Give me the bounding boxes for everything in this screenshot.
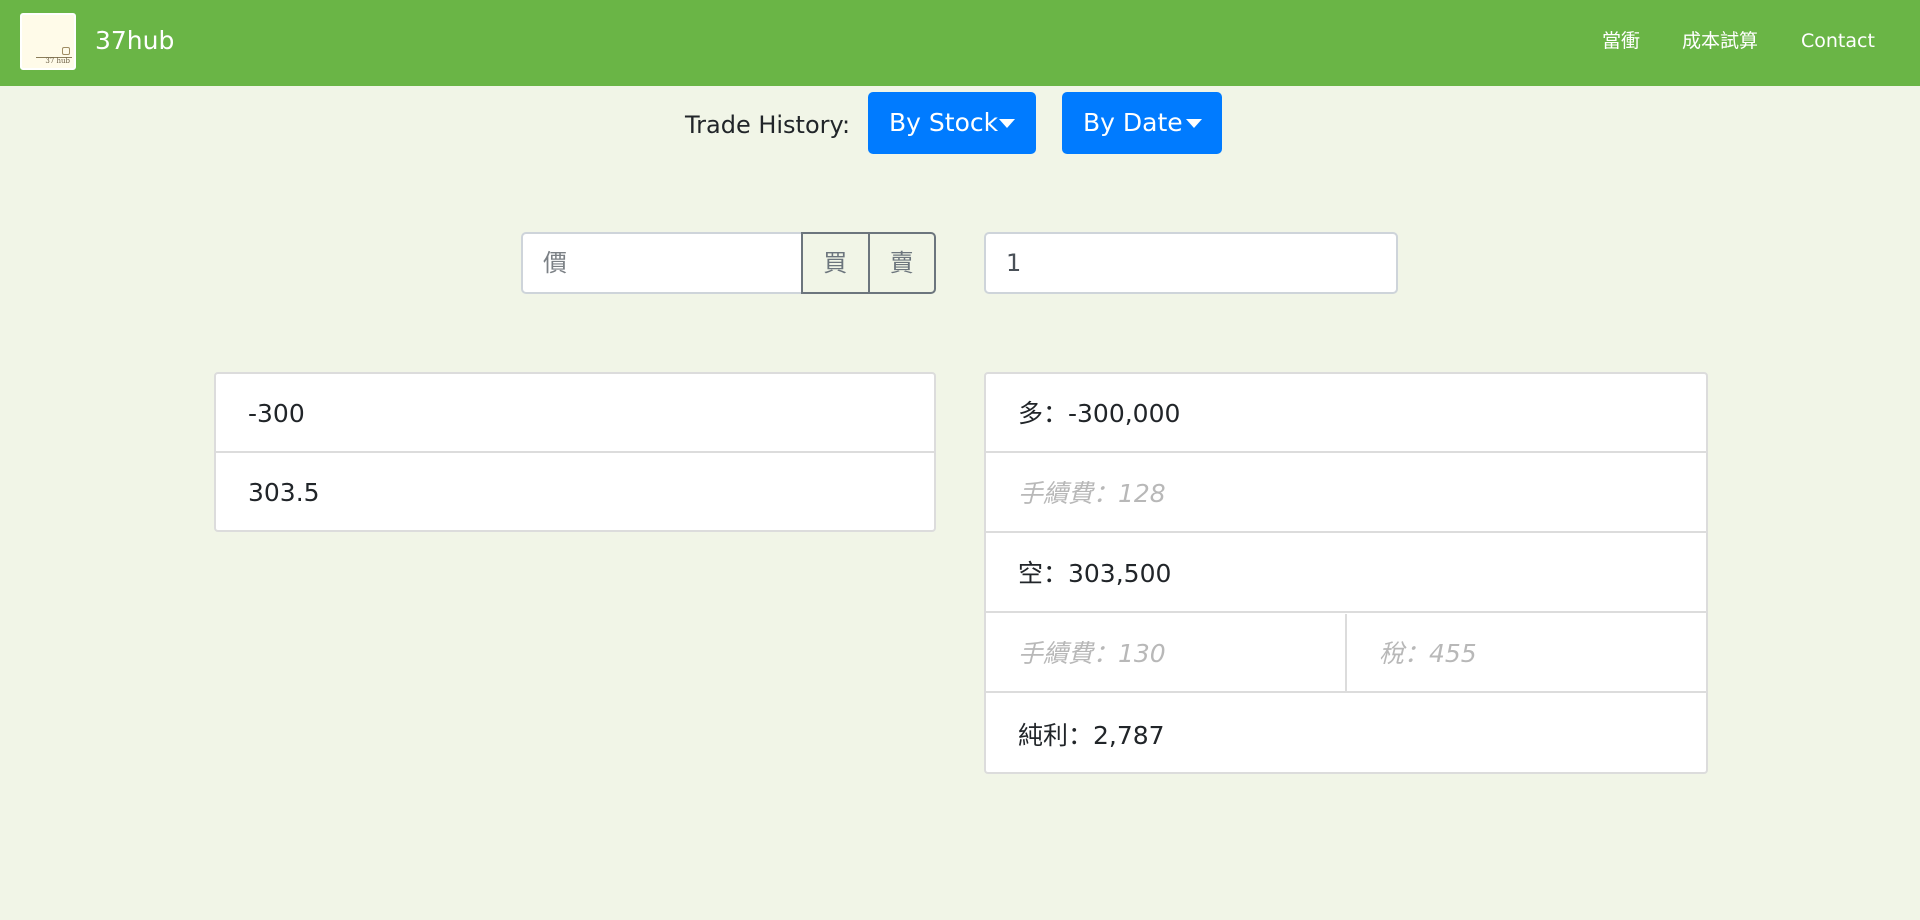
price-input[interactable]: 價 (521, 232, 803, 294)
sell-button[interactable]: 賣 (867, 234, 935, 292)
tax-cell: 稅：455 (1379, 639, 1477, 668)
by-date-label: By Date (1083, 108, 1183, 137)
nav-link-cost-calculator[interactable]: 成本試算 (1682, 28, 1758, 54)
price-row: 303.5 (248, 478, 320, 507)
long-fee-row: 手續費：128 (986, 454, 1706, 533)
caret-down-icon (1186, 119, 1202, 128)
nav-link-contact[interactable]: Contact (1801, 28, 1875, 54)
buy-button[interactable]: 買 (803, 234, 868, 292)
nav-link-day-trade[interactable]: 當衝 (1602, 28, 1640, 54)
logo[interactable]: 37 hub (20, 13, 76, 70)
price-placeholder: 價 (543, 249, 567, 277)
price-diff-row: -300 (216, 374, 934, 453)
long-amount-row: 多：-300,000 (986, 374, 1706, 453)
by-stock-label: By Stock (889, 108, 999, 137)
brand-name[interactable]: 37hub (95, 26, 174, 56)
quantity-value: 1 (1006, 249, 1022, 277)
net-profit-row: 純利：2,787 (1018, 721, 1165, 750)
caret-down-icon (999, 119, 1015, 128)
logo-mark-icon (62, 47, 70, 55)
trade-history-label: Trade History: (685, 111, 851, 139)
short-amount-row: 空：303,500 (986, 534, 1706, 613)
quantity-input[interactable]: 1 (984, 232, 1398, 294)
by-date-dropdown-button[interactable]: By Date (1062, 92, 1222, 154)
profit-card: 多：-300,000 手續費：128 空：303,500 手續費：130 稅：4… (984, 372, 1708, 774)
navbar: 37 hub 37hub 當衝 成本試算 Contact (0, 0, 1920, 86)
logo-text: 37 hub (45, 57, 70, 65)
by-stock-dropdown-button[interactable]: By Stock (868, 92, 1036, 154)
price-diff-card: -300 303.5 (214, 372, 936, 532)
short-fee-tax-row: 手續費：130 稅：455 (986, 614, 1706, 693)
short-fee-cell: 手續費：130 (1018, 639, 1166, 668)
buy-sell-toggle: 買 賣 (801, 232, 936, 294)
